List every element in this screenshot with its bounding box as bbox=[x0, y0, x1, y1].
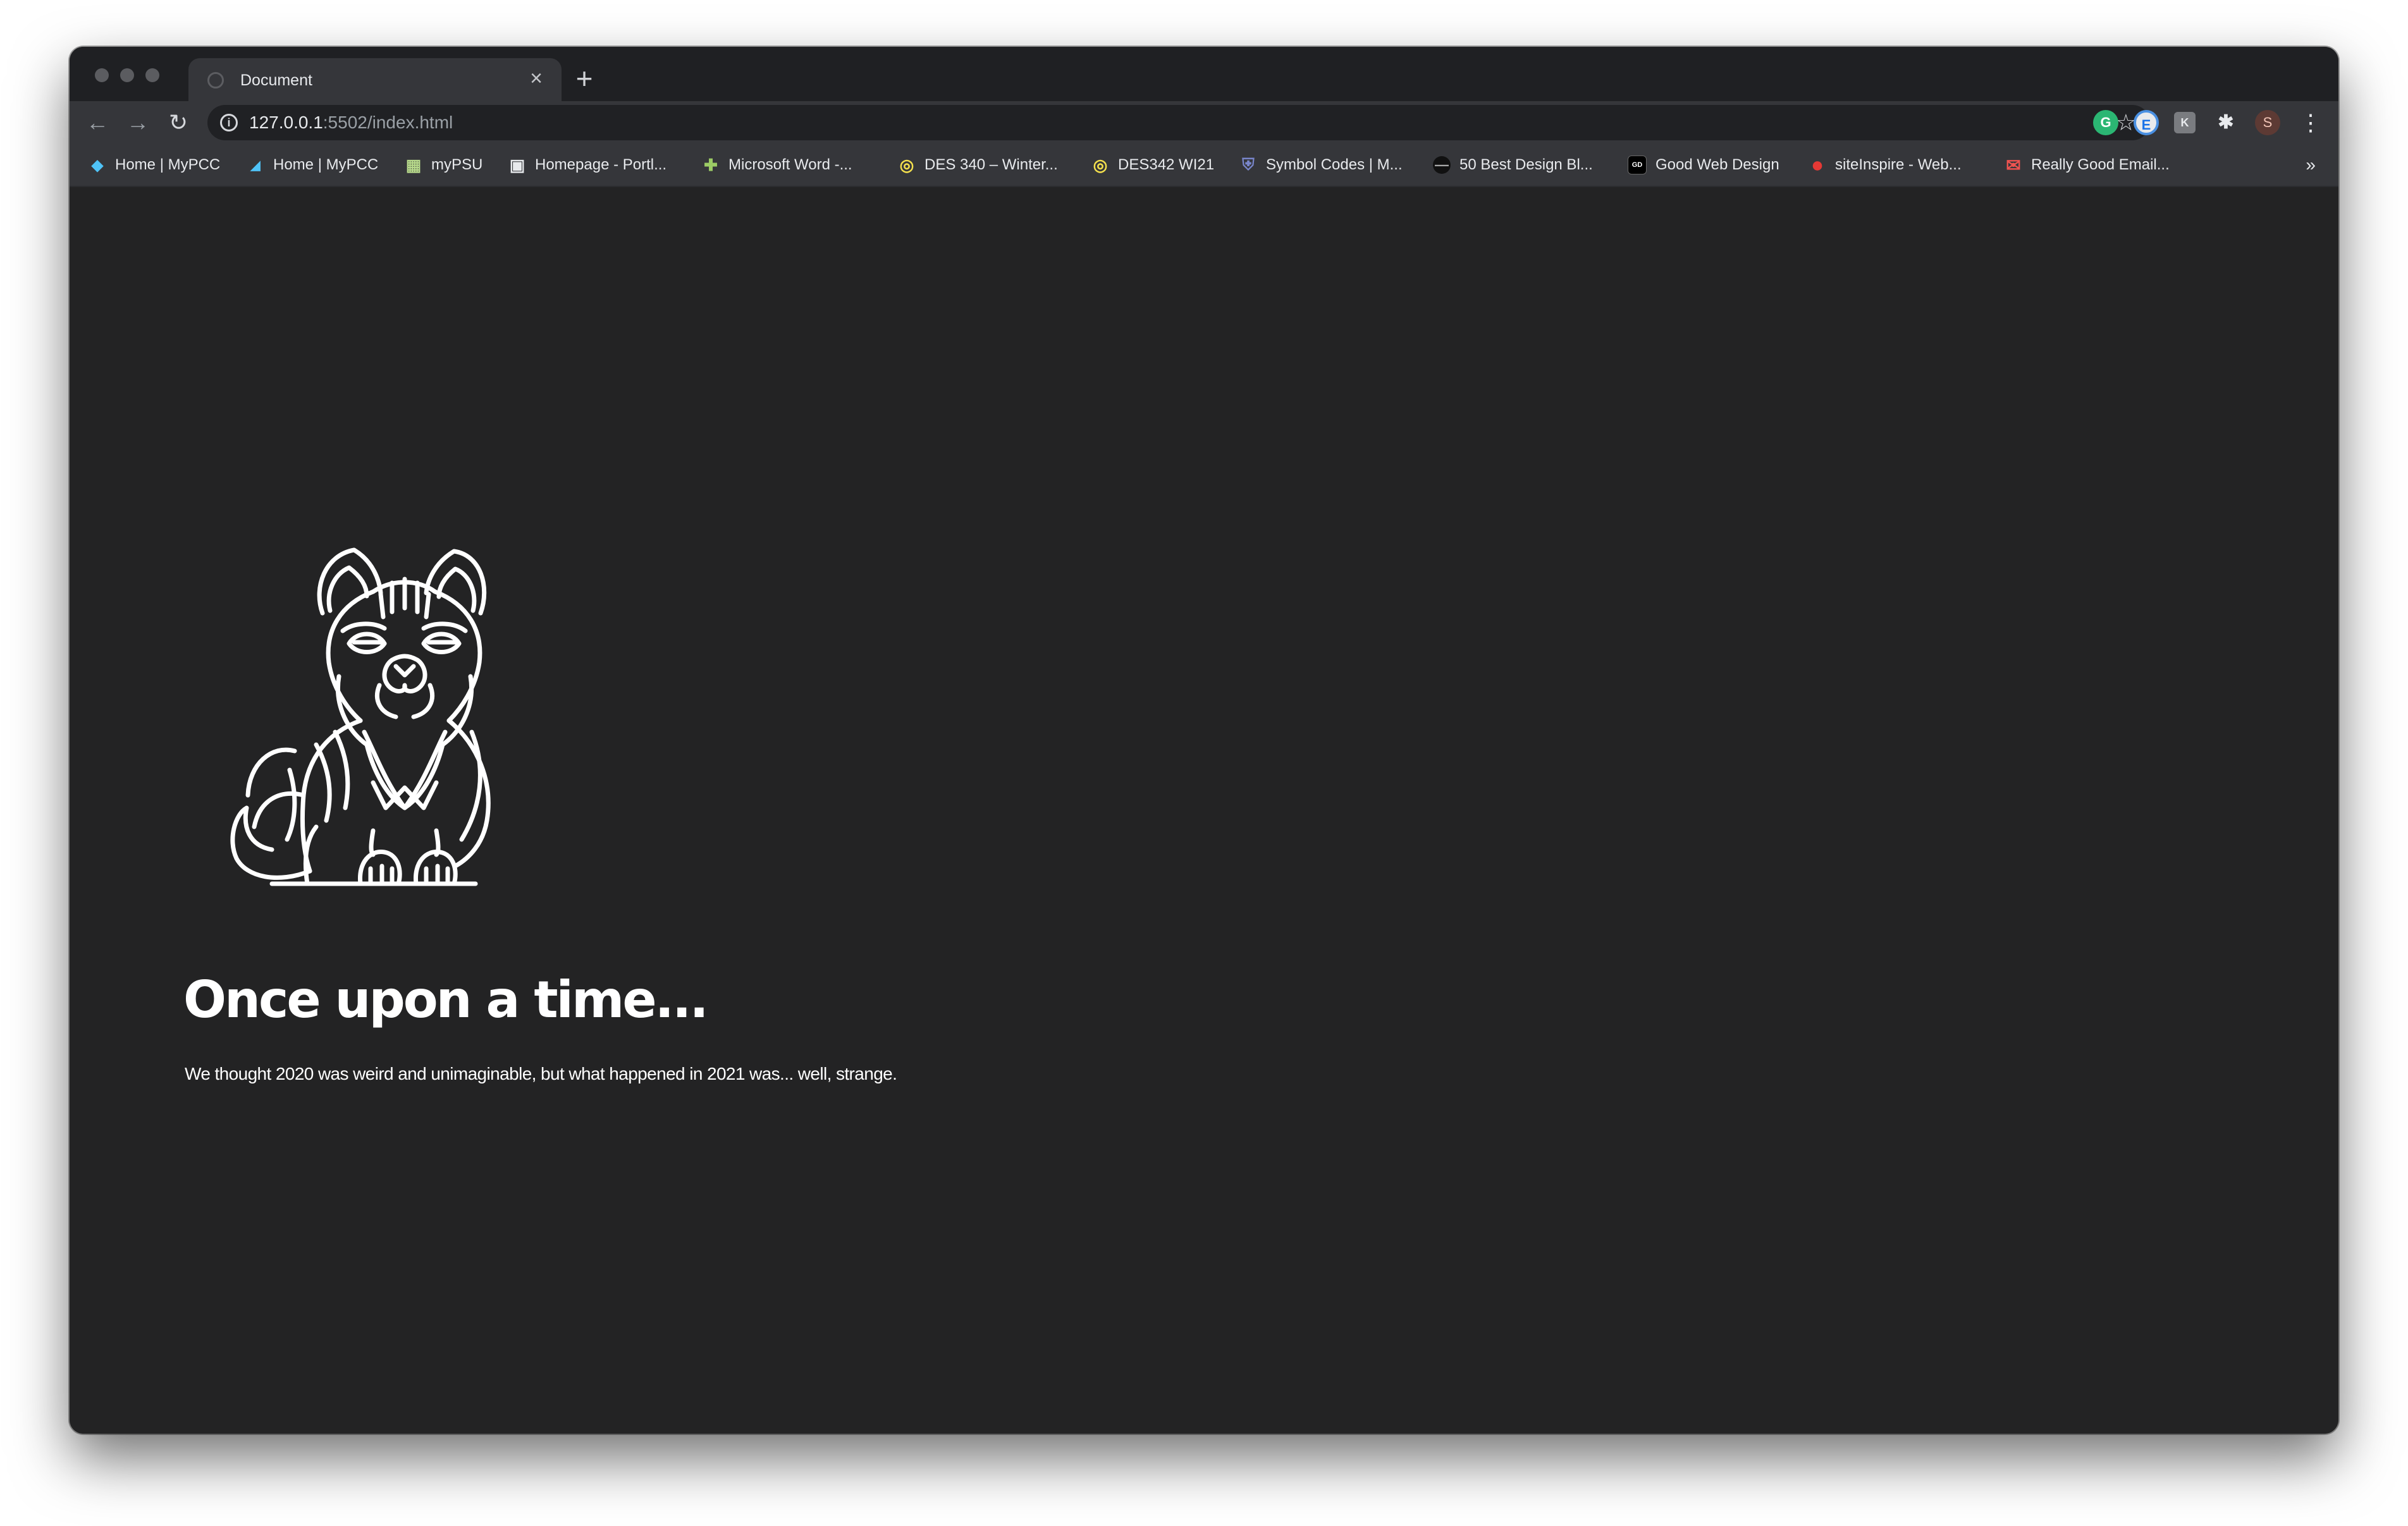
page-viewport: Once upon a time... We thought 2020 was … bbox=[70, 187, 2338, 1434]
mypcc-diamond-icon: ◆ bbox=[91, 156, 104, 174]
reload-button[interactable]: ↻ bbox=[163, 107, 194, 138]
bookmark-item[interactable]: ◢ Home | MyPCC bbox=[247, 153, 378, 177]
tab-strip: Document × + bbox=[70, 47, 2338, 101]
bookmark-label: Home | MyPCC bbox=[115, 156, 221, 173]
browser-toolbar: ← → ↻ i 127.0.0.1:5502/index.html ☆ G E … bbox=[70, 101, 2338, 144]
bookmark-item[interactable]: ⛨ Symbol Codes | M... bbox=[1239, 153, 1403, 177]
address-bar[interactable]: i 127.0.0.1:5502/index.html ☆ bbox=[207, 105, 2150, 140]
bookmark-item[interactable]: ✉ Really Good Email... bbox=[2005, 153, 2170, 177]
design-blog-icon: — bbox=[1433, 156, 1451, 174]
bookmark-label: siteInspire - Web... bbox=[1835, 156, 1962, 173]
url-host: 127.0.0.1 bbox=[249, 113, 323, 132]
bookmark-item[interactable]: ◆ Home | MyPCC bbox=[89, 153, 221, 177]
url-text[interactable]: 127.0.0.1:5502/index.html bbox=[249, 112, 453, 133]
mypsu-icon: ▦ bbox=[405, 155, 422, 174]
bookmark-item[interactable]: ▣ Homepage - Portl... bbox=[508, 153, 666, 177]
url-path: :5502/index.html bbox=[322, 113, 453, 132]
zoom-window-dot[interactable] bbox=[145, 68, 159, 82]
extension-e-icon[interactable]: E bbox=[2134, 110, 2159, 135]
bookmark-item[interactable]: — 50 Best Design Bl... bbox=[1433, 153, 1593, 177]
portland-icon: ▣ bbox=[509, 155, 525, 174]
word-plus-icon: ✚ bbox=[704, 155, 718, 174]
site-info-icon[interactable]: i bbox=[220, 114, 238, 131]
browser-window: Document × + ← → ↻ i 127.0.0.1:5502/inde… bbox=[70, 47, 2338, 1434]
new-tab-button[interactable]: + bbox=[570, 64, 598, 93]
bookmark-label: 50 Best Design Bl... bbox=[1459, 156, 1593, 173]
globe-icon bbox=[207, 72, 224, 89]
bookmark-label: Home | MyPCC bbox=[273, 156, 379, 173]
grammarly-icon[interactable]: G bbox=[2093, 110, 2118, 135]
bookmark-label: Really Good Email... bbox=[2031, 156, 2170, 173]
d2l-icon: ◎ bbox=[1093, 155, 1108, 174]
page-intro-text: We thought 2020 was weird and unimaginab… bbox=[185, 1064, 897, 1083]
bookmark-item[interactable]: ◎ DES342 WI21 bbox=[1091, 153, 1214, 177]
extension-k-icon[interactable]: K bbox=[2174, 112, 2196, 133]
mypcc-flag-icon: ◢ bbox=[250, 158, 261, 173]
back-button[interactable]: ← bbox=[82, 107, 113, 138]
bookmark-label: DES342 WI21 bbox=[1118, 156, 1215, 173]
bookmark-item[interactable]: ◎ DES 340 – Winter... bbox=[898, 153, 1058, 177]
profile-avatar[interactable]: S bbox=[2255, 110, 2280, 135]
cat-illustration bbox=[230, 547, 491, 886]
siteinspire-icon: ● bbox=[1810, 152, 1824, 177]
bookmark-item[interactable]: ▦ myPSU bbox=[405, 153, 483, 177]
bookmark-label: Symbol Codes | M... bbox=[1266, 156, 1403, 173]
more-bookmarks-chevron-icon[interactable]: » bbox=[2306, 153, 2316, 177]
forward-button[interactable]: → bbox=[123, 107, 153, 138]
bookmarks-bar: ◆ Home | MyPCC ◢ Home | MyPCC ▦ myPSU ▣ … bbox=[70, 144, 2338, 187]
bookmark-label: Homepage - Portl... bbox=[535, 156, 667, 173]
active-tab[interactable]: Document × bbox=[188, 58, 562, 101]
gd-icon: GD bbox=[1628, 156, 1647, 174]
page-heading: Once upon a time... bbox=[183, 970, 709, 1029]
email-icon: ✉ bbox=[2006, 155, 2021, 175]
shield-icon: ⛨ bbox=[1242, 155, 1255, 174]
bookmark-item[interactable]: ✚ Microsoft Word -... bbox=[702, 153, 852, 177]
close-tab-icon[interactable]: × bbox=[525, 67, 548, 90]
bookmark-label: DES 340 – Winter... bbox=[924, 156, 1058, 173]
tab-title: Document bbox=[240, 71, 312, 89]
puzzle-icon[interactable]: ✱ bbox=[2213, 110, 2239, 135]
bookmark-label: Good Web Design bbox=[1656, 156, 1779, 173]
close-window-dot[interactable] bbox=[95, 68, 109, 82]
d2l-icon: ◎ bbox=[899, 155, 914, 174]
minimize-window-dot[interactable] bbox=[120, 68, 134, 82]
bookmark-item[interactable]: GD Good Web Design bbox=[1628, 153, 1779, 177]
menu-kebab-icon[interactable]: ⋮ bbox=[2295, 107, 2326, 138]
bookmark-label: myPSU bbox=[431, 156, 483, 173]
bookmark-item[interactable]: ● siteInspire - Web... bbox=[1809, 153, 1962, 177]
bookmark-label: Microsoft Word -... bbox=[728, 156, 852, 173]
